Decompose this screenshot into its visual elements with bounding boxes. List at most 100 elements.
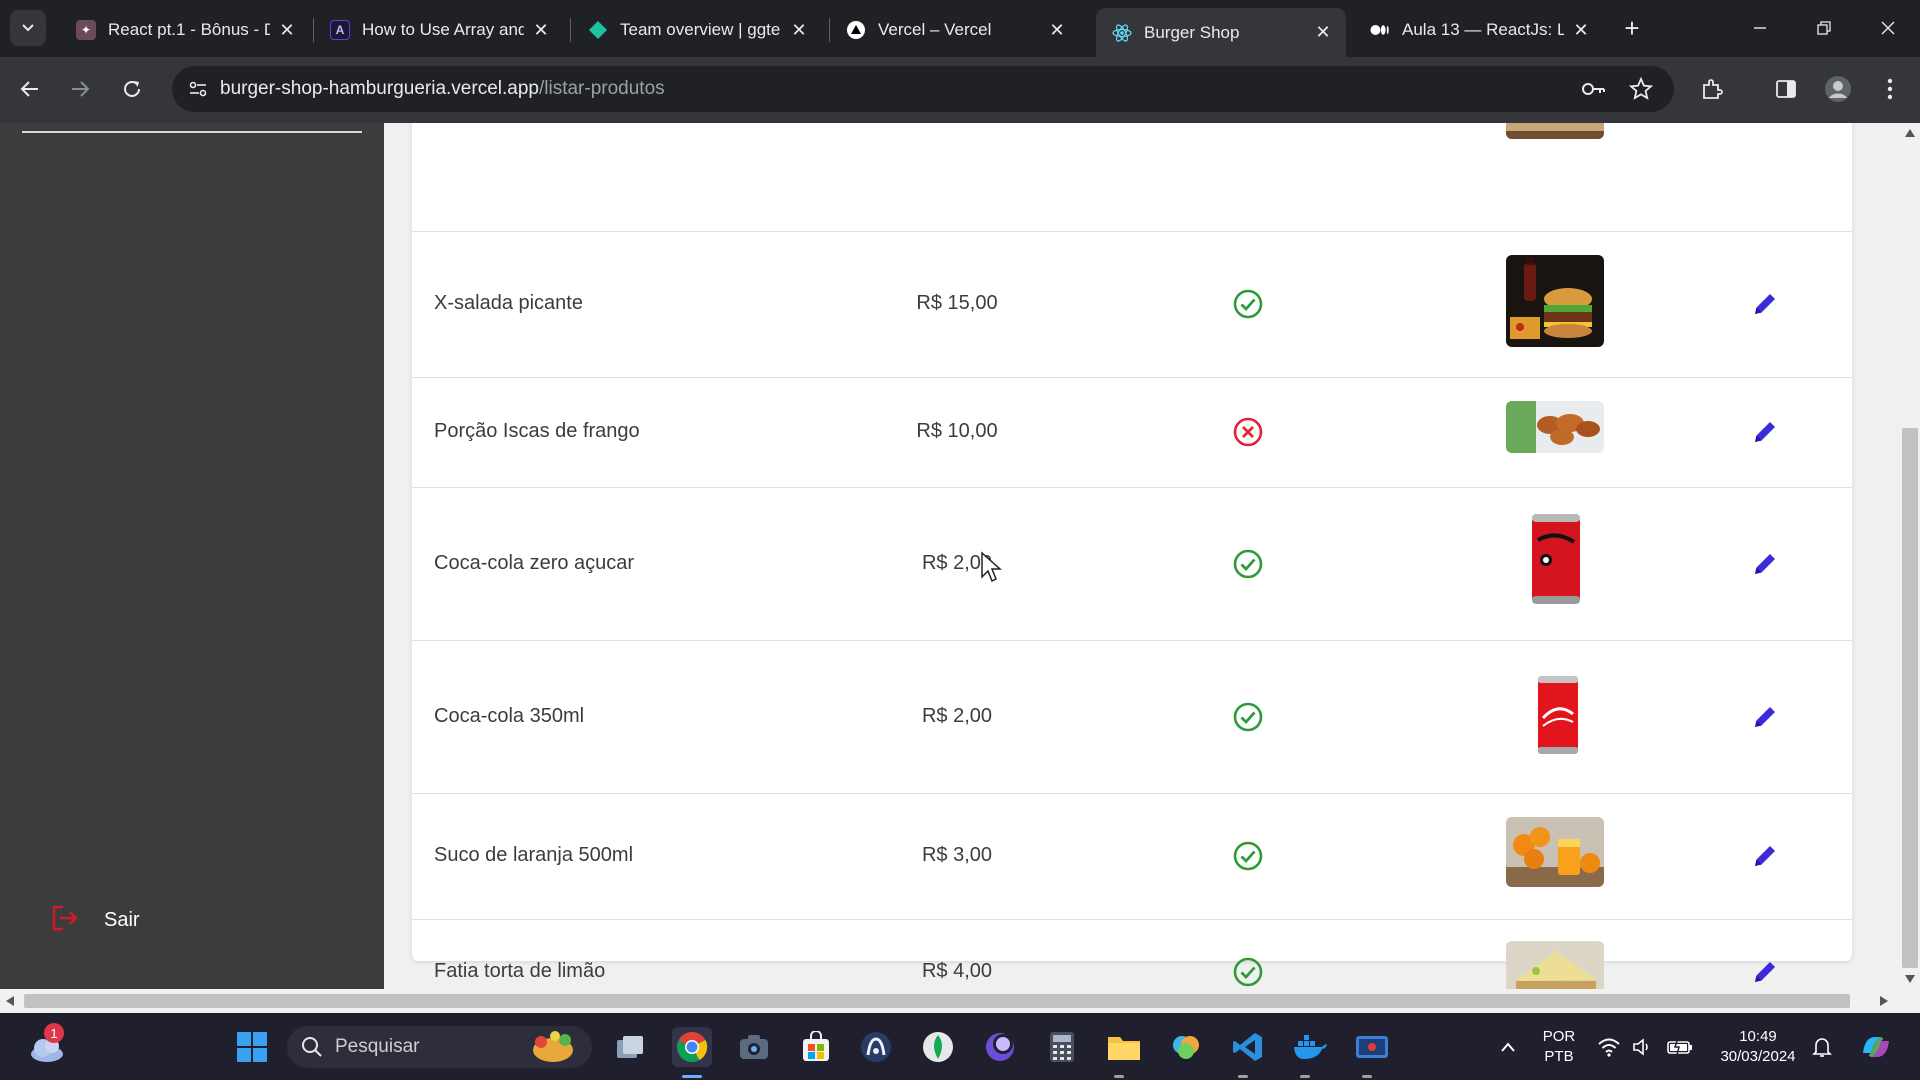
edit-pencil-icon[interactable] bbox=[1750, 549, 1780, 579]
profile-avatar-icon[interactable] bbox=[1822, 73, 1854, 105]
product-thumbnail bbox=[1506, 401, 1604, 453]
chrome-taskbar-icon[interactable] bbox=[672, 1027, 712, 1067]
task-view-icon[interactable] bbox=[610, 1027, 650, 1067]
browser-tab-5-active[interactable]: Burger Shop ✕ bbox=[1096, 8, 1346, 57]
tray-chevron-up-icon[interactable] bbox=[1488, 1027, 1528, 1067]
vertical-scroll-thumb[interactable] bbox=[1902, 428, 1918, 968]
close-tab-icon[interactable]: ✕ bbox=[1312, 22, 1334, 44]
horizontal-scroll-thumb[interactable] bbox=[24, 994, 1850, 1008]
table-row: Fatia torta de limão R$ 4,00 bbox=[412, 919, 1852, 989]
site-settings-icon[interactable] bbox=[186, 77, 210, 101]
browser-tab-bar: ✦ React pt.1 - Bônus - D ✕ A How to Use … bbox=[0, 0, 1920, 57]
close-window-icon[interactable] bbox=[1868, 12, 1908, 44]
close-tab-icon[interactable]: ✕ bbox=[1570, 19, 1592, 41]
browser-tab-6[interactable]: Aula 13 — ReactJs: Lo ✕ bbox=[1354, 9, 1604, 51]
scroll-left-arrow-icon[interactable] bbox=[6, 996, 14, 1006]
brain-app-icon[interactable] bbox=[1166, 1027, 1206, 1067]
browser-tab-1[interactable]: ✦ React pt.1 - Bônus - D ✕ bbox=[60, 9, 310, 51]
horizontal-scrollbar[interactable] bbox=[0, 989, 1920, 1013]
table-row: X-salada picante R$ 15,00 bbox=[412, 231, 1852, 377]
database-app-icon[interactable] bbox=[856, 1027, 896, 1067]
scroll-right-arrow-icon[interactable] bbox=[1880, 996, 1888, 1006]
back-arrow-icon[interactable] bbox=[12, 71, 48, 107]
side-panel-icon[interactable] bbox=[1770, 73, 1802, 105]
tab-search-button[interactable] bbox=[10, 10, 46, 46]
product-thumbnail bbox=[1530, 512, 1582, 606]
browser-tab-2[interactable]: A How to Use Array and ✕ bbox=[314, 9, 564, 51]
scroll-up-arrow-icon[interactable] bbox=[1905, 129, 1915, 137]
wifi-icon[interactable] bbox=[1594, 1027, 1624, 1067]
product-name: X-salada picante bbox=[434, 292, 583, 314]
edit-pencil-icon[interactable] bbox=[1750, 841, 1780, 871]
open-app-indicator bbox=[1114, 1075, 1124, 1078]
product-name: Fatia torta de limão bbox=[434, 960, 606, 982]
extensions-puzzle-icon[interactable] bbox=[1696, 73, 1728, 105]
taskbar-search-box[interactable]: Pesquisar bbox=[287, 1026, 592, 1068]
available-check-icon bbox=[1233, 841, 1263, 871]
minimize-icon[interactable] bbox=[1740, 12, 1780, 44]
table-row: Suco de laranja 500ml R$ 3,00 bbox=[412, 793, 1852, 919]
tab-title: Aula 13 — ReactJs: Lo bbox=[1402, 20, 1564, 39]
close-tab-icon[interactable]: ✕ bbox=[788, 19, 810, 41]
products-table: X-salada picante R$ 15,00 Porção Iscas d… bbox=[412, 123, 1852, 989]
camera-app-icon[interactable] bbox=[734, 1027, 774, 1067]
product-thumbnail bbox=[1506, 817, 1604, 887]
clock-date: 30/03/2024 bbox=[1720, 1048, 1796, 1065]
sidebar-divider bbox=[22, 131, 362, 133]
docker-icon[interactable] bbox=[1290, 1027, 1330, 1067]
edit-pencil-icon[interactable] bbox=[1750, 702, 1780, 732]
volume-icon[interactable] bbox=[1628, 1027, 1658, 1067]
calculator-icon[interactable] bbox=[1042, 1027, 1082, 1067]
logout-label: Sair bbox=[104, 909, 140, 931]
reload-icon[interactable] bbox=[114, 71, 150, 107]
bookmark-star-icon[interactable] bbox=[1628, 76, 1654, 102]
close-tab-icon[interactable]: ✕ bbox=[1046, 19, 1068, 41]
diamond-icon bbox=[588, 20, 608, 40]
clock-time: 10:49 bbox=[1739, 1028, 1777, 1045]
browser-menu-icon[interactable] bbox=[1874, 73, 1906, 105]
logout-button[interactable]: Sair bbox=[50, 903, 140, 938]
windows-start-icon[interactable] bbox=[232, 1027, 272, 1067]
battery-icon[interactable] bbox=[1664, 1027, 1696, 1067]
close-tab-icon[interactable]: ✕ bbox=[530, 19, 552, 41]
restore-icon[interactable] bbox=[1804, 12, 1844, 44]
copilot-icon[interactable] bbox=[1856, 1027, 1896, 1067]
medium-icon bbox=[1370, 20, 1390, 40]
notification-badge: 1 bbox=[44, 1023, 64, 1043]
sidebar: Sair bbox=[0, 123, 384, 989]
language-indicator[interactable]: POR PTB bbox=[1542, 1027, 1576, 1067]
tab-title: Vercel – Vercel bbox=[878, 20, 992, 39]
notification-bell-icon[interactable] bbox=[1806, 1027, 1838, 1067]
product-name: Coca-cola zero açucar bbox=[434, 552, 635, 574]
mouse-cursor-icon bbox=[980, 551, 1002, 588]
edit-pencil-icon[interactable] bbox=[1750, 289, 1780, 319]
microsoft-store-icon[interactable] bbox=[796, 1027, 836, 1067]
product-thumbnail bbox=[1506, 941, 1604, 989]
close-tab-icon[interactable]: ✕ bbox=[276, 19, 298, 41]
active-app-indicator bbox=[682, 1075, 702, 1078]
product-price: R$ 4,00 bbox=[921, 960, 993, 982]
search-icon bbox=[302, 1037, 322, 1057]
tab-title: How to Use Array and bbox=[362, 20, 524, 39]
screen-recorder-icon[interactable] bbox=[1352, 1027, 1392, 1067]
forward-arrow-icon[interactable] bbox=[62, 71, 98, 107]
new-tab-plus-icon[interactable]: + bbox=[1618, 13, 1646, 43]
table-row: Coca-cola zero açucar R$ 2,00 bbox=[412, 487, 1852, 640]
clock[interactable]: 10:49 30/03/2024 bbox=[1708, 1027, 1808, 1067]
vertical-scrollbar[interactable] bbox=[1900, 123, 1920, 989]
eclipse-app-icon[interactable] bbox=[980, 1027, 1020, 1067]
scroll-down-arrow-icon[interactable] bbox=[1905, 975, 1915, 983]
edit-pencil-icon[interactable] bbox=[1750, 957, 1780, 987]
vscode-icon[interactable] bbox=[1228, 1027, 1268, 1067]
browser-tab-3[interactable]: Team overview | ggte ✕ bbox=[572, 9, 822, 51]
browser-tab-4[interactable]: Vercel – Vercel ✕ bbox=[830, 9, 1080, 51]
available-check-icon bbox=[1233, 289, 1263, 319]
password-key-icon[interactable] bbox=[1580, 76, 1606, 102]
address-bar[interactable]: burger-shop-hamburgueria.vercel.app/list… bbox=[172, 66, 1674, 112]
product-thumbnail bbox=[1506, 255, 1604, 347]
file-explorer-icon[interactable] bbox=[1104, 1027, 1144, 1067]
product-price: R$ 15,00 bbox=[916, 292, 998, 314]
mongodb-compass-icon[interactable] bbox=[918, 1027, 958, 1067]
edit-pencil-icon[interactable] bbox=[1750, 417, 1780, 447]
url-text[interactable]: burger-shop-hamburgueria.vercel.app/list… bbox=[220, 78, 665, 100]
